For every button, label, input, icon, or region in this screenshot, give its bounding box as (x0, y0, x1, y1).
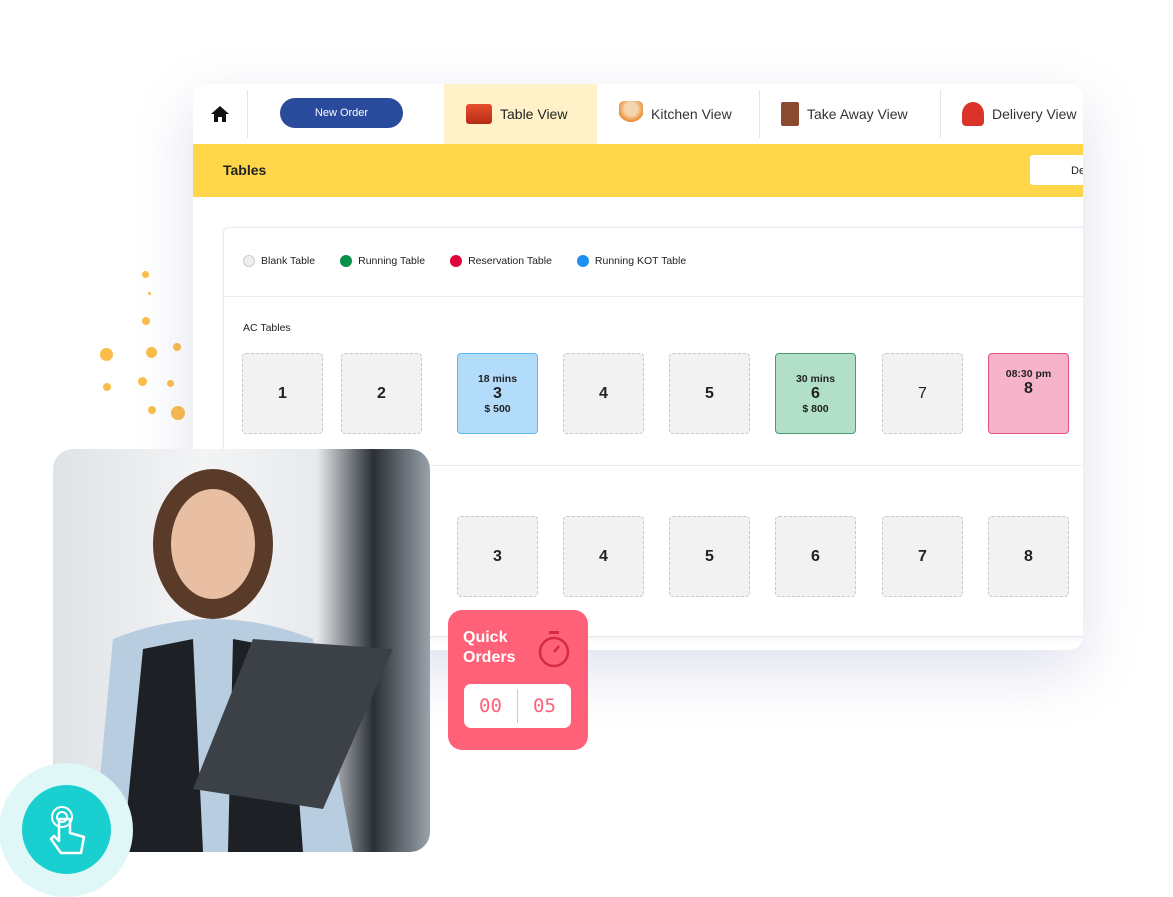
table-tile-running-kot[interactable]: 18 mins 3 $ 500 (457, 353, 538, 434)
home-icon (211, 106, 229, 122)
tab-label: Delivery View (992, 106, 1077, 122)
page-title: Tables (223, 162, 267, 178)
legend-label: Running KOT Table (594, 255, 687, 267)
table-tile[interactable]: 6 (775, 516, 856, 597)
header-button[interactable]: De (1030, 155, 1083, 185)
table-tile[interactable]: 5 (669, 516, 750, 597)
quick-orders-title: Orders (463, 649, 516, 666)
table-tile[interactable]: 5 (669, 353, 750, 434)
table-tile[interactable]: 3 (457, 516, 538, 597)
quick-orders-widget[interactable]: Quick Orders 00 05 (448, 610, 588, 750)
tab-table-view[interactable]: Table View (444, 84, 597, 144)
table-tile-running[interactable]: 30 mins 6 $ 800 (775, 353, 856, 434)
quick-orders-title: Quick (463, 629, 508, 646)
tables-header: Tables De (193, 144, 1083, 197)
table-tile[interactable]: 1 (242, 353, 323, 434)
legend-blank: Blank Table (243, 255, 315, 267)
table-dining-icon (466, 104, 492, 124)
quick-orders-timer: 00 05 (464, 684, 571, 728)
legend-label: Running Table (358, 255, 426, 267)
home-button[interactable] (193, 90, 248, 138)
timer-seconds: 05 (533, 695, 556, 717)
legend-label: Reservation Table (468, 255, 552, 267)
stopwatch-icon (538, 631, 570, 668)
tab-take-away-view[interactable]: Take Away View (759, 84, 940, 144)
tap-hand-icon (49, 805, 85, 854)
takeaway-bag-icon (781, 102, 799, 126)
chef-icon (619, 101, 643, 127)
table-tile[interactable]: 7 (882, 516, 963, 597)
tab-delivery-view[interactable]: Delivery View (940, 84, 1083, 144)
legend: Blank Table Running Table Reservation Ta… (243, 255, 711, 267)
tab-label: Take Away View (807, 106, 908, 122)
new-order-button[interactable]: New Order (280, 98, 403, 128)
table-tile[interactable]: 8 (988, 516, 1069, 597)
legend-running: Running Table (340, 255, 425, 267)
table-tile[interactable]: 7 (882, 353, 963, 434)
section-title: AC Tables (243, 322, 291, 334)
table-tile-reservation[interactable]: 08:30 pm 8 (988, 353, 1069, 434)
table-tile[interactable]: 4 (563, 353, 644, 434)
legend-label: Blank Table (261, 255, 316, 267)
tab-label: Table View (500, 106, 568, 122)
tab-kitchen-view[interactable]: Kitchen View (597, 84, 759, 144)
delivery-scooter-icon (962, 102, 984, 126)
tab-label: Kitchen View (651, 106, 732, 122)
top-nav: New Order Table View Kitchen View Take A… (193, 84, 1083, 144)
timer-minutes: 00 (479, 695, 502, 717)
legend-running-kot: Running KOT Table (576, 255, 687, 267)
legend-reservation: Reservation Table (450, 255, 552, 267)
table-tile[interactable]: 2 (341, 353, 422, 434)
touch-button[interactable] (22, 785, 111, 874)
table-tile[interactable]: 4 (563, 516, 644, 597)
